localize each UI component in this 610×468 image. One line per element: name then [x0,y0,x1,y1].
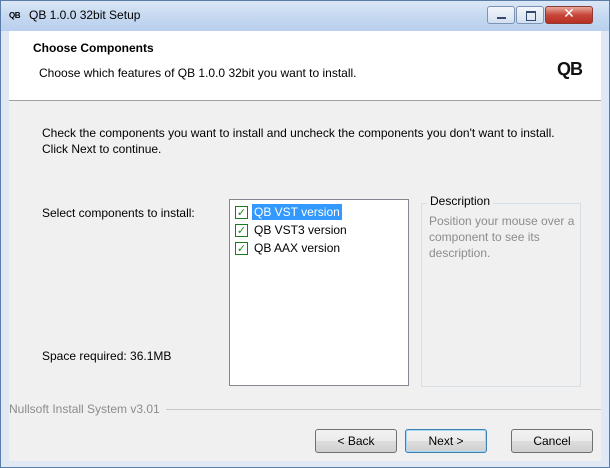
app-icon: QB [9,11,21,20]
component-label: QB AAX version [254,241,341,255]
intro-text: Check the components you want to install… [42,126,555,156]
component-item-vst[interactable]: ✓ QB VST version [235,204,342,220]
component-item-vst3[interactable]: ✓ QB VST3 version [235,222,349,238]
page-subtitle: Choose which features of QB 1.0.0 32bit … [39,66,357,80]
description-title: Description [427,194,494,208]
installer-window: QB QB 1.0.0 32bit Setup ✕ Choose Compone… [0,0,610,468]
checkbox-checked-icon[interactable]: ✓ [235,241,248,255]
maximize-icon [526,11,536,21]
page-title: Choose Components [33,41,154,55]
close-button[interactable]: ✕ [545,6,593,24]
checkbox-checked-icon[interactable]: ✓ [235,205,248,219]
next-button[interactable]: Next > [405,429,487,453]
maximize-button[interactable] [516,6,544,24]
component-label: QB VST version [252,204,342,220]
close-icon: ✕ [563,6,575,22]
page-header: Choose Components Choose which features … [9,31,601,101]
select-components-label: Select components to install: [42,206,195,220]
back-button[interactable]: < Back [315,429,397,453]
components-list[interactable]: ✓ QB VST version ✓ QB VST3 version ✓ QB … [229,199,409,386]
checkbox-checked-icon[interactable]: ✓ [235,223,248,237]
minimize-icon [497,17,506,19]
cancel-button[interactable]: Cancel [511,429,593,453]
window-title: QB 1.0.0 32bit Setup [29,8,141,22]
dialog-body: Choose Components Choose which features … [9,31,601,461]
space-required-text: Space required: 36.1MB [42,349,172,363]
description-text: Position your mouse over a component to … [429,214,575,260]
component-label: QB VST3 version [254,223,347,237]
component-item-aax[interactable]: ✓ QB AAX version [235,240,342,256]
nsis-branding: Nullsoft Install System v3.01 [9,402,166,416]
title-bar[interactable]: QB QB 1.0.0 32bit Setup ✕ [1,1,609,31]
minimize-button[interactable] [487,6,515,24]
qb-logo: QB [557,59,583,79]
